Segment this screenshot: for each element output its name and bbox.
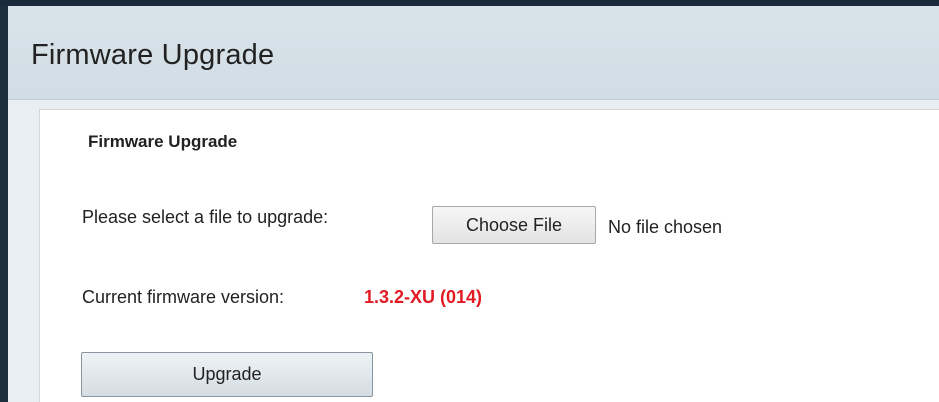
page-header: Firmware Upgrade <box>8 6 939 100</box>
file-select-label: Please select a file to upgrade: <box>82 207 329 227</box>
section-title: Firmware Upgrade <box>88 132 238 151</box>
choose-file-button[interactable]: Choose File <box>432 206 596 244</box>
firmware-version-label: Current firmware version: <box>82 287 285 307</box>
upgrade-button[interactable]: Upgrade <box>81 352 373 397</box>
firmware-version-value: 1.3.2-XU (014) <box>364 287 483 307</box>
firmware-upgrade-panel: Firmware Upgrade Please select a file to… <box>39 109 939 402</box>
window-left-border <box>0 6 8 402</box>
content-area: Firmware Upgrade Please select a file to… <box>8 100 939 402</box>
page-title: Firmware Upgrade <box>31 39 275 71</box>
file-status-text: No file chosen <box>608 217 723 237</box>
